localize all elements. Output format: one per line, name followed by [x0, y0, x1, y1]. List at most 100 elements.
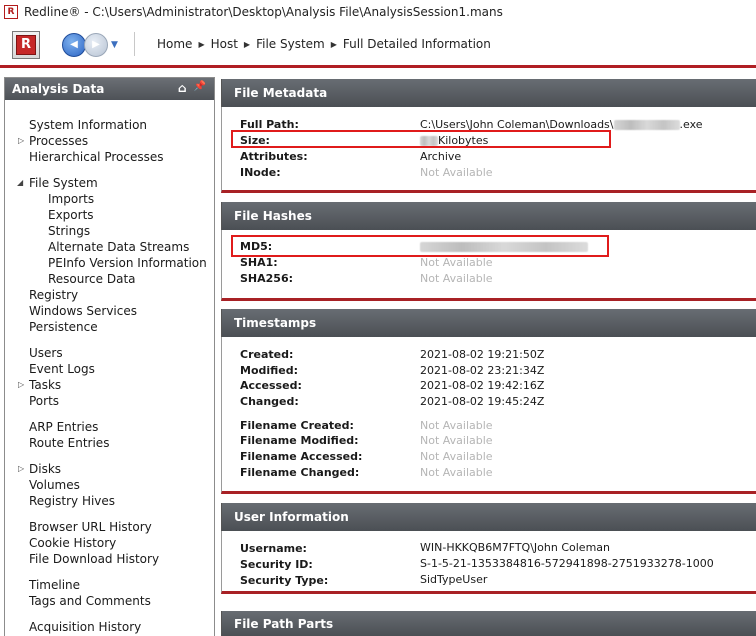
tree-item-arp-entries[interactable]: ARP Entries	[29, 419, 98, 435]
home-icon[interactable]: ⌂	[178, 81, 187, 95]
filename-changed-label: Filename Changed:	[240, 466, 360, 479]
size-highlight-box	[231, 130, 611, 148]
back-arrow-icon: ◀	[70, 39, 78, 50]
expand-icon[interactable]: ▷	[18, 461, 24, 477]
security-type-label: Security Type:	[240, 574, 329, 587]
user-information-header: User Information	[221, 503, 756, 531]
tree-item-imports[interactable]: Imports	[48, 191, 94, 207]
redline-app-icon: R	[4, 5, 18, 19]
redline-logo-icon: R	[16, 34, 36, 55]
inode-label: INode:	[240, 166, 281, 179]
tree-item-processes[interactable]: Processes	[29, 133, 88, 149]
breadcrumb-host[interactable]: Host	[211, 37, 238, 51]
filename-accessed-value: Not Available	[420, 450, 493, 463]
tree-item-peinfo-version-information[interactable]: PEInfo Version Information	[48, 255, 207, 271]
created-label: Created:	[240, 348, 294, 361]
forward-button[interactable]: ▶	[84, 32, 108, 57]
tree-item-users[interactable]: Users	[29, 345, 63, 361]
title-bar: R Redline® - C:\Users\Administrator\Desk…	[0, 0, 756, 24]
back-button[interactable]: ◀	[62, 32, 86, 57]
filename-changed-value: Not Available	[420, 466, 493, 479]
username-value: WIN-HKKQB6M7FTQ\John Coleman	[420, 541, 611, 554]
navigation-buttons: ◀ ▶ ▼	[62, 32, 118, 57]
md5-highlight-box	[231, 235, 609, 257]
user-information-section: Username: WIN-HKKQB6M7FTQ\John Coleman S…	[221, 531, 756, 594]
security-id-value: S-1-5-21-1353384816-572941898-2751933278…	[420, 557, 714, 570]
tree-item-exports[interactable]: Exports	[48, 207, 94, 223]
filename-created-label: Filename Created:	[240, 419, 354, 432]
filename-modified-value: Not Available	[420, 434, 493, 447]
toolbar: R ◀ ▶ ▼ Home ▶ Host ▶ File System ▶ Full…	[0, 24, 756, 68]
tree-item-cookie-history[interactable]: Cookie History	[29, 535, 116, 551]
changed-value: 2021-08-02 19:45:24Z	[420, 395, 545, 408]
full-path-suffix: .exe	[679, 118, 703, 131]
file-hashes-header: File Hashes	[221, 202, 756, 230]
analysis-data-panel: Analysis Data ⌂ 📌 System Information ▷ P…	[4, 77, 215, 636]
security-type-value: SidTypeUser	[420, 573, 488, 586]
modified-label: Modified:	[240, 364, 299, 377]
tree-item-hierarchical-processes[interactable]: Hierarchical Processes	[29, 149, 164, 165]
modified-value: 2021-08-02 23:21:34Z	[420, 364, 545, 377]
tree-item-registry[interactable]: Registry	[29, 287, 78, 303]
expand-icon[interactable]: ▷	[18, 133, 24, 149]
tree-item-volumes[interactable]: Volumes	[29, 477, 80, 493]
attributes-label: Attributes:	[240, 150, 308, 163]
analysis-data-title: Analysis Data	[12, 82, 105, 96]
file-hashes-title: File Hashes	[234, 209, 312, 223]
tree-item-browser-url-history[interactable]: Browser URL History	[29, 519, 152, 535]
tree-item-tags-and-comments[interactable]: Tags and Comments	[29, 593, 151, 609]
tree-item-persistence[interactable]: Persistence	[29, 319, 98, 335]
filename-accessed-label: Filename Accessed:	[240, 450, 363, 463]
breadcrumb-file-system[interactable]: File System	[256, 37, 325, 51]
breadcrumb-home[interactable]: Home	[157, 37, 192, 51]
timestamps-section: Created: 2021-08-02 19:21:50Z Modified: …	[221, 337, 756, 494]
tree-item-resource-data[interactable]: Resource Data	[48, 271, 136, 287]
sha1-label: SHA1:	[240, 256, 278, 269]
tree-item-route-entries[interactable]: Route Entries	[29, 435, 109, 451]
collapse-icon[interactable]: ◢	[17, 175, 23, 191]
filename-modified-label: Filename Modified:	[240, 434, 359, 447]
accessed-label: Accessed:	[240, 379, 302, 392]
inode-value: Not Available	[420, 166, 493, 179]
tree-item-event-logs[interactable]: Event Logs	[29, 361, 95, 377]
changed-label: Changed:	[240, 395, 299, 408]
tree-item-disks[interactable]: Disks	[29, 461, 61, 477]
forward-arrow-icon: ▶	[92, 39, 100, 50]
sha1-value: Not Available	[420, 256, 493, 269]
breadcrumb-separator-icon: ▶	[243, 39, 251, 49]
timestamps-title: Timestamps	[234, 316, 317, 330]
file-metadata-title: File Metadata	[234, 86, 328, 100]
tree-item-system-information[interactable]: System Information	[29, 117, 147, 133]
tree-item-windows-services[interactable]: Windows Services	[29, 303, 137, 319]
window-title: Redline® - C:\Users\Administrator\Deskto…	[24, 5, 503, 19]
analysis-data-header: Analysis Data ⌂ 📌	[5, 78, 214, 100]
breadcrumb-separator-icon: ▶	[198, 39, 205, 49]
sha256-label: SHA256:	[240, 272, 294, 285]
security-id-label: Security ID:	[240, 558, 313, 571]
tree-item-ports[interactable]: Ports	[29, 393, 59, 409]
tree-item-acquisition-history[interactable]: Acquisition History	[29, 619, 141, 635]
breadcrumb-separator-icon: ▶	[330, 39, 337, 49]
redacted-filename	[613, 120, 680, 130]
tree-item-tasks[interactable]: Tasks	[29, 377, 61, 393]
pin-icon[interactable]: 📌	[194, 81, 206, 95]
redline-menu-button[interactable]: R	[12, 30, 40, 59]
sha256-value: Not Available	[420, 272, 493, 285]
file-path-parts-header: File Path Parts	[221, 611, 756, 636]
tree-item-file-system[interactable]: File System	[29, 175, 98, 191]
tree-item-timeline[interactable]: Timeline	[29, 577, 80, 593]
tree-item-strings[interactable]: Strings	[48, 223, 90, 239]
accessed-value: 2021-08-02 19:42:16Z	[420, 379, 545, 392]
username-label: Username:	[240, 542, 307, 555]
tree-item-registry-hives[interactable]: Registry Hives	[29, 493, 115, 509]
timestamps-header: Timestamps	[221, 309, 756, 337]
detail-content: File Metadata Full Path: C:\Users\John C…	[221, 77, 756, 636]
file-metadata-header: File Metadata	[221, 79, 756, 107]
tree-item-file-download-history[interactable]: File Download History	[29, 551, 159, 567]
created-value: 2021-08-02 19:21:50Z	[420, 348, 545, 361]
tree-item-alternate-data-streams[interactable]: Alternate Data Streams	[48, 239, 189, 255]
history-dropdown-icon[interactable]: ▼	[111, 40, 118, 50]
expand-icon[interactable]: ▷	[18, 377, 24, 393]
file-metadata-section: Full Path: C:\Users\John Coleman\Downloa…	[221, 107, 756, 193]
breadcrumb-full-detailed-information[interactable]: Full Detailed Information	[343, 37, 491, 51]
